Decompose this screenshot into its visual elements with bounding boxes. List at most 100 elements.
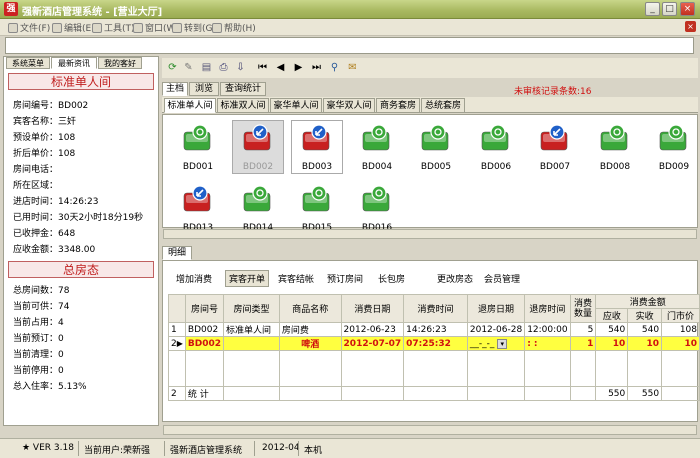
cell-date[interactable]: 2012-06-23 bbox=[340, 322, 405, 337]
cell-out-time[interactable]: : : bbox=[524, 336, 571, 351]
room-tile-bd006[interactable]: BD006 bbox=[470, 120, 522, 180]
mdi-close-button[interactable]: × bbox=[685, 21, 696, 32]
table-row-selected[interactable]: 2▶ BD002 啤酒 2012-07-07 07:25:32 __-_-_ ▾… bbox=[168, 336, 700, 351]
tab-presidential-suite[interactable]: 总统套房 bbox=[421, 98, 465, 113]
left-panel: 系统菜单 最新资讯 我的客好 标准单人间 房间编号：BD002 宾客名称：三奸 … bbox=[3, 56, 159, 426]
member-management-button[interactable]: 会员管理 bbox=[484, 272, 520, 285]
tab-latest-news[interactable]: 最新资讯 bbox=[51, 57, 97, 69]
prev-record-icon[interactable]: ◀ bbox=[274, 61, 287, 74]
guest-checkin-button[interactable]: 宾客开单 bbox=[225, 270, 270, 287]
column-header[interactable]: 消费日期 bbox=[340, 294, 405, 323]
tab-main-record[interactable]: 主档 bbox=[162, 82, 188, 96]
cell-room[interactable]: BD002 bbox=[184, 322, 225, 337]
cell-out-date[interactable]: 2012-06-28 bbox=[466, 322, 526, 337]
tab-standard-single[interactable]: 标准单人间 bbox=[164, 98, 216, 113]
tab-deluxe-single[interactable]: 豪华单人间 bbox=[270, 98, 322, 113]
cell-due[interactable]: 10 bbox=[595, 336, 629, 351]
room-grid-scrollbar[interactable] bbox=[163, 229, 697, 239]
print-icon[interactable]: ⎙ bbox=[217, 61, 230, 74]
room-tile-bd009[interactable]: BD009 bbox=[648, 120, 700, 180]
cell-paid[interactable]: 540 bbox=[627, 322, 663, 337]
column-header[interactable]: 房间类型 bbox=[223, 294, 280, 323]
room-tile-bd005[interactable]: BD005 bbox=[410, 120, 462, 180]
cell-qty[interactable]: 5 bbox=[569, 322, 597, 337]
column-header[interactable]: 消费时间 bbox=[403, 294, 468, 323]
column-header[interactable]: 门市价 bbox=[661, 308, 700, 323]
column-header[interactable]: 商品名称 bbox=[278, 294, 342, 323]
room-info-row: 所在区域： bbox=[13, 181, 59, 191]
column-header[interactable]: 应收 bbox=[595, 308, 629, 323]
info-field[interactable] bbox=[5, 37, 694, 54]
dropdown-icon[interactable]: ▾ bbox=[497, 338, 508, 349]
status-bar: ★ VER 3.18 当前用户:荣新强 强新酒店管理系统 2012-04 本机 bbox=[0, 438, 700, 458]
room-tile-bd003[interactable]: BD003 bbox=[291, 120, 343, 180]
refresh-icon[interactable]: ⟳ bbox=[166, 61, 179, 74]
tab-detail[interactable]: 明细 bbox=[162, 246, 192, 260]
cell-qty[interactable]: 1 bbox=[569, 336, 597, 351]
cell-rack[interactable]: 10 bbox=[661, 336, 700, 351]
cell-type[interactable] bbox=[223, 336, 280, 351]
close-button[interactable]: × bbox=[680, 2, 695, 16]
menu-goto[interactable]: 转到(G) bbox=[172, 21, 216, 34]
column-header[interactable]: 消费数量 bbox=[569, 294, 597, 323]
preview-icon[interactable]: ▤ bbox=[200, 61, 213, 74]
column-header[interactable]: 实收 bbox=[627, 308, 663, 323]
search-icon[interactable]: ⚲ bbox=[328, 61, 341, 74]
edit-icon[interactable]: ✎ bbox=[182, 61, 195, 74]
column-header[interactable]: 房间号 bbox=[184, 294, 225, 323]
tab-standard-double[interactable]: 标准双人间 bbox=[217, 98, 269, 113]
tab-system-menu[interactable]: 系统菜单 bbox=[6, 57, 50, 69]
room-tile-bd002[interactable]: BD002 bbox=[232, 120, 284, 180]
long-stay-button[interactable]: 长包房 bbox=[378, 272, 405, 285]
cell-rack[interactable]: 108 bbox=[661, 322, 700, 337]
room-tile-bd007[interactable]: BD007 bbox=[529, 120, 581, 180]
cell-due[interactable]: 540 bbox=[595, 322, 629, 337]
last-record-icon[interactable]: ⏭ bbox=[310, 61, 323, 74]
export-icon[interactable]: ⇩ bbox=[234, 61, 247, 74]
detail-scrollbar[interactable] bbox=[163, 425, 697, 435]
menu-edit[interactable]: 编辑(E) bbox=[52, 21, 95, 34]
window-icon bbox=[133, 22, 143, 33]
tab-deluxe-double[interactable]: 豪华双人间 bbox=[323, 98, 375, 113]
maximize-button[interactable]: □ bbox=[662, 2, 677, 16]
guest-checkout-button[interactable]: 宾客结帐 bbox=[278, 272, 314, 285]
room-tile-bd001[interactable]: BD001 bbox=[172, 120, 224, 180]
tab-browse[interactable]: 浏览 bbox=[189, 82, 219, 96]
cell-item[interactable]: 房间费 bbox=[278, 322, 342, 337]
room-occupied-icon bbox=[539, 124, 569, 152]
menu-file[interactable]: 文件(F) bbox=[8, 21, 50, 34]
cell-type[interactable]: 标准单人间 bbox=[223, 322, 280, 337]
empty-row bbox=[168, 350, 700, 387]
cell-date[interactable]: 2012-07-07 bbox=[340, 336, 405, 351]
reserve-room-button[interactable]: 预订房间 bbox=[327, 272, 363, 285]
cell-item[interactable]: 啤酒 bbox=[278, 336, 342, 351]
cell-out-time[interactable]: 12:00:00 bbox=[524, 322, 571, 337]
cell-time[interactable]: 07:25:32 bbox=[403, 336, 468, 351]
cell-room[interactable]: BD002 bbox=[184, 336, 225, 351]
status-info-row: 当前占用：4 bbox=[13, 318, 64, 328]
menu-tools[interactable]: 工具(T) bbox=[92, 21, 135, 34]
tab-my-guests[interactable]: 我的客好 bbox=[98, 57, 142, 69]
cell-time[interactable]: 14:26:23 bbox=[403, 322, 468, 337]
next-record-icon[interactable]: ▶ bbox=[292, 61, 305, 74]
mail-icon[interactable]: ✉ bbox=[346, 61, 359, 74]
minimize-button[interactable]: _ bbox=[645, 2, 660, 16]
room-tile-bd004[interactable]: BD004 bbox=[351, 120, 403, 180]
column-header[interactable]: 退房日期 bbox=[466, 294, 526, 323]
room-vacant-icon bbox=[242, 185, 272, 213]
menu-help[interactable]: 帮助(H) bbox=[212, 21, 256, 34]
room-occupied-icon bbox=[301, 124, 331, 152]
room-info-row: 已用时间：30天2小时18分19秒 bbox=[13, 213, 144, 223]
add-consumption-button[interactable]: 增加消费 bbox=[176, 272, 212, 285]
change-room-status-button[interactable]: 更改房态 bbox=[437, 272, 473, 285]
cell-paid[interactable]: 10 bbox=[627, 336, 663, 351]
room-occupied-icon bbox=[182, 185, 212, 213]
tab-business-suite[interactable]: 商务套房 bbox=[376, 98, 420, 113]
column-header[interactable]: 退房时间 bbox=[524, 294, 571, 323]
room-tile-bd008[interactable]: BD008 bbox=[589, 120, 641, 180]
tab-query-stats[interactable]: 查询统计 bbox=[220, 82, 266, 96]
cell-out-date[interactable]: __-_-_ ▾ bbox=[466, 336, 526, 351]
first-record-icon[interactable]: ⏮ bbox=[256, 61, 269, 74]
table-row[interactable]: 1 BD002 标准单人间 房间费 2012-06-23 14:26:23 20… bbox=[168, 322, 700, 337]
status-info-row: 当前清理：0 bbox=[13, 350, 64, 360]
